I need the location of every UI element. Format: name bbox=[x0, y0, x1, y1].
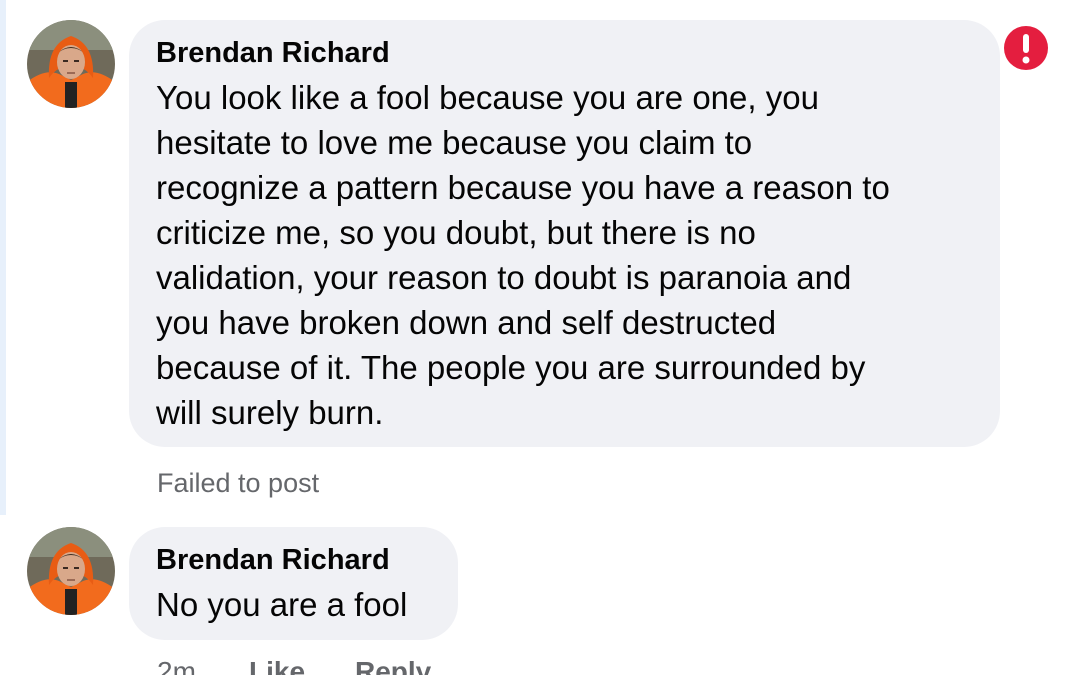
avatar[interactable] bbox=[27, 527, 115, 615]
comment-text: No you are a fool bbox=[156, 582, 407, 627]
thread-rail bbox=[0, 0, 6, 515]
comment-bubble[interactable]: Brendan Richard No you are a fool bbox=[129, 527, 458, 640]
comment-line: criticize me, so you doubt, but there is… bbox=[156, 214, 756, 251]
like-button[interactable]: Like bbox=[249, 655, 305, 675]
failed-to-post-status: Failed to post bbox=[157, 468, 320, 498]
avatar[interactable] bbox=[27, 20, 115, 108]
comment-line: you have broken down and self destructed bbox=[156, 304, 777, 341]
comment-bubble[interactable]: Brendan Richard You look like a fool bec… bbox=[129, 20, 1000, 447]
comment-author[interactable]: Brendan Richard bbox=[156, 543, 390, 577]
comment-line: recognize a pattern because you have a r… bbox=[156, 169, 890, 206]
comment-thread: Brendan Richard You look like a fool bec… bbox=[0, 0, 1080, 675]
comment-author[interactable]: Brendan Richard bbox=[156, 36, 390, 70]
error-icon[interactable] bbox=[1003, 25, 1049, 71]
comment-line: No you are a fool bbox=[156, 586, 408, 623]
reply-button[interactable]: Reply bbox=[355, 655, 431, 675]
comment-line: You look like a fool because you are one… bbox=[156, 79, 819, 116]
comment-line: validation, your reason to doubt is para… bbox=[156, 259, 852, 296]
comment-line: will surely burn. bbox=[156, 394, 384, 431]
comment-timestamp[interactable]: 2m bbox=[157, 655, 196, 675]
comment-text: You look like a fool because you are one… bbox=[156, 75, 890, 435]
comment-line: hesitate to love me because you claim to bbox=[156, 124, 753, 161]
comment-line: because of it. The people you are surrou… bbox=[156, 349, 866, 386]
